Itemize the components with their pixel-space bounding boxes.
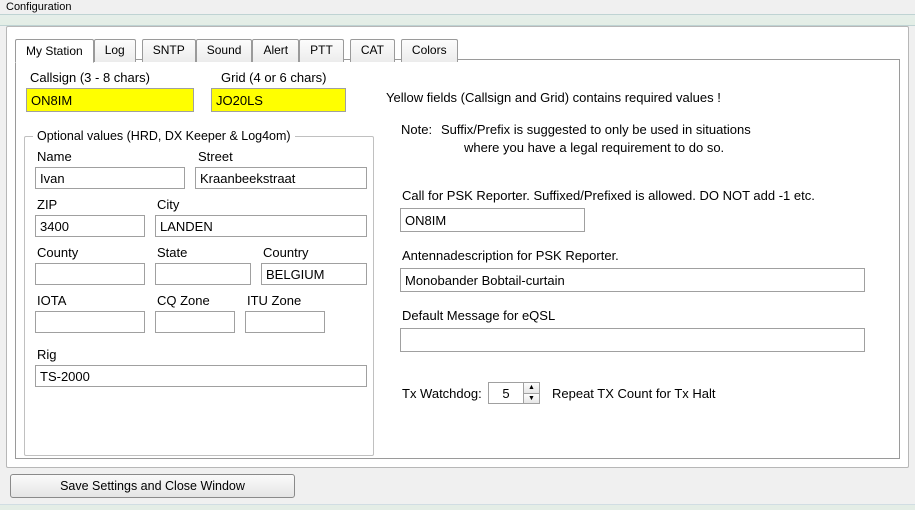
label-tx-watchdog: Tx Watchdog: <box>402 386 482 401</box>
spinner-buttons: ▲ ▼ <box>524 382 540 404</box>
main-panel: My Station Log SNTP Sound Alert PTT CAT … <box>6 26 909 468</box>
config-window: Configuration My Station Log SNTP Sound … <box>0 0 915 510</box>
spinner-up-icon[interactable]: ▲ <box>524 383 539 394</box>
grid-input[interactable] <box>211 88 346 112</box>
yellow-fields-msg: Yellow fields (Callsign and Grid) contai… <box>386 90 721 105</box>
street-input[interactable] <box>195 167 367 189</box>
tab-cat[interactable]: CAT <box>350 39 395 62</box>
optional-values-title: Optional values (HRD, DX Keeper & Log4om… <box>33 129 295 143</box>
tab-bar: My Station Log SNTP Sound Alert PTT CAT … <box>15 39 458 62</box>
label-rig: Rig <box>37 347 57 362</box>
name-input[interactable] <box>35 167 185 189</box>
label-country: Country <box>263 245 309 260</box>
label-ituzone: ITU Zone <box>247 293 301 308</box>
callsign-input[interactable] <box>26 88 194 112</box>
label-antenna: Antennadescription for PSK Reporter. <box>402 248 619 263</box>
label-repeat-tx: Repeat TX Count for Tx Halt <box>552 386 716 401</box>
spinner-down-icon[interactable]: ▼ <box>524 394 539 404</box>
label-street: Street <box>198 149 233 164</box>
optional-values-group: Optional values (HRD, DX Keeper & Log4om… <box>24 136 374 456</box>
antenna-input[interactable] <box>400 268 865 292</box>
label-eqsl: Default Message for eQSL <box>402 308 555 323</box>
tab-colors[interactable]: Colors <box>401 39 458 62</box>
save-settings-button[interactable]: Save Settings and Close Window <box>10 474 295 498</box>
window-title: Configuration <box>0 0 77 14</box>
eqsl-input[interactable] <box>400 328 865 352</box>
tab-sound[interactable]: Sound <box>196 39 253 62</box>
country-input[interactable] <box>261 263 367 285</box>
label-cqzone: CQ Zone <box>157 293 210 308</box>
county-input[interactable] <box>35 263 145 285</box>
label-city: City <box>157 197 179 212</box>
city-input[interactable] <box>155 215 367 237</box>
tab-ptt[interactable]: PTT <box>299 39 344 62</box>
label-psk-call: Call for PSK Reporter. Suffixed/Prefixed… <box>402 188 815 203</box>
tab-page-my-station: Callsign (3 - 8 chars) Grid (4 or 6 char… <box>15 59 900 459</box>
cqzone-input[interactable] <box>155 311 235 333</box>
rig-input[interactable] <box>35 365 367 387</box>
label-name: Name <box>37 149 72 164</box>
tab-my-station[interactable]: My Station <box>15 39 94 63</box>
tx-watchdog-spinner[interactable]: ▲ ▼ <box>488 382 540 404</box>
background-decoration <box>0 14 915 26</box>
psk-call-input[interactable] <box>400 208 585 232</box>
label-callsign: Callsign (3 - 8 chars) <box>30 70 150 85</box>
ituzone-input[interactable] <box>245 311 325 333</box>
tx-watchdog-input[interactable] <box>488 382 524 404</box>
label-grid: Grid (4 or 6 chars) <box>221 70 326 85</box>
tab-alert[interactable]: Alert <box>252 39 299 62</box>
label-state: State <box>157 245 187 260</box>
label-zip: ZIP <box>37 197 57 212</box>
background-decoration-bottom <box>0 504 915 510</box>
label-county: County <box>37 245 78 260</box>
state-input[interactable] <box>155 263 251 285</box>
tab-log[interactable]: Log <box>94 39 136 62</box>
note-line2: where you have a legal requirement to do… <box>464 140 724 155</box>
tab-sntp[interactable]: SNTP <box>142 39 196 62</box>
iota-input[interactable] <box>35 311 145 333</box>
label-iota: IOTA <box>37 293 66 308</box>
note-prefix: Note: <box>401 122 432 137</box>
zip-input[interactable] <box>35 215 145 237</box>
note-line1: Suffix/Prefix is suggested to only be us… <box>441 122 751 137</box>
